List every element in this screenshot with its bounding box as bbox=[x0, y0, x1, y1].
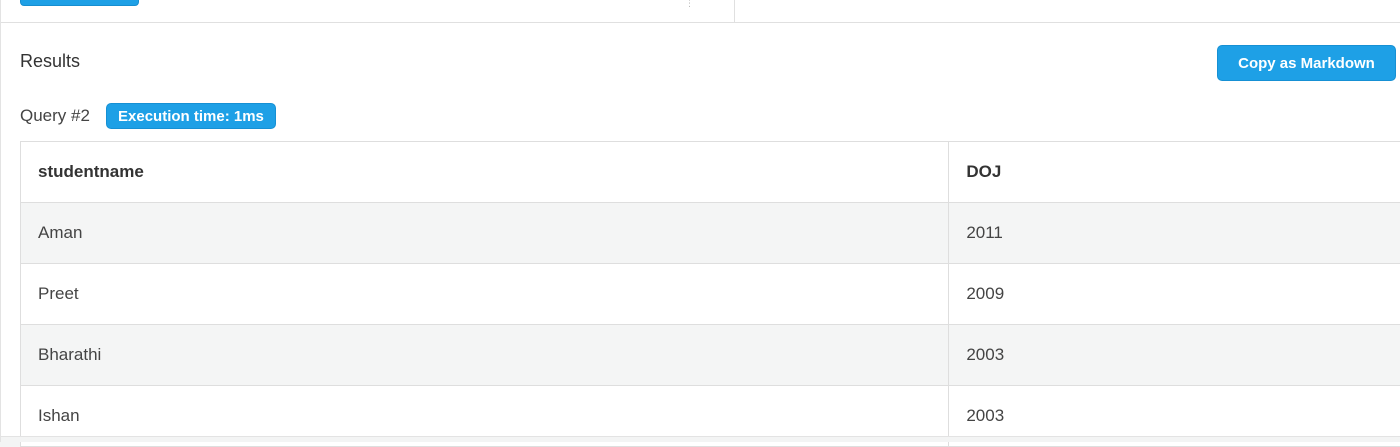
cell-doj: 2009 bbox=[949, 264, 1400, 325]
table-row: Preet 2009 bbox=[21, 264, 1400, 325]
run-button[interactable] bbox=[20, 0, 139, 6]
execution-time-badge: Execution time: 1ms bbox=[106, 103, 276, 129]
cell-studentname: Bharathi bbox=[21, 325, 949, 386]
resize-handle-icon[interactable]: ⋮ bbox=[685, 0, 694, 6]
query-label: Query #2 bbox=[20, 106, 90, 126]
column-header-doj[interactable]: DOJ bbox=[949, 142, 1400, 203]
cell-studentname: Preet bbox=[21, 264, 949, 325]
results-title: Results bbox=[20, 51, 80, 72]
cell-doj: 2011 bbox=[949, 203, 1400, 264]
table-row: Aman 2011 bbox=[21, 203, 1400, 264]
pane-divider bbox=[734, 0, 735, 23]
column-header-studentname[interactable]: studentname bbox=[21, 142, 949, 203]
table-header-row: studentname DOJ bbox=[21, 142, 1400, 203]
bottom-border bbox=[1, 436, 1400, 442]
cell-doj: 2003 bbox=[949, 325, 1400, 386]
results-table: studentname DOJ Aman 2011 Preet 2009 Bha… bbox=[20, 141, 1400, 447]
cell-studentname: Aman bbox=[21, 203, 949, 264]
editor-toolbar-area: ⋮ bbox=[1, 0, 1400, 23]
copy-as-markdown-button[interactable]: Copy as Markdown bbox=[1217, 45, 1396, 81]
results-panel: ⋮ Results Copy as Markdown Query #2 Exec… bbox=[0, 0, 1400, 442]
table-row: Bharathi 2003 bbox=[21, 325, 1400, 386]
